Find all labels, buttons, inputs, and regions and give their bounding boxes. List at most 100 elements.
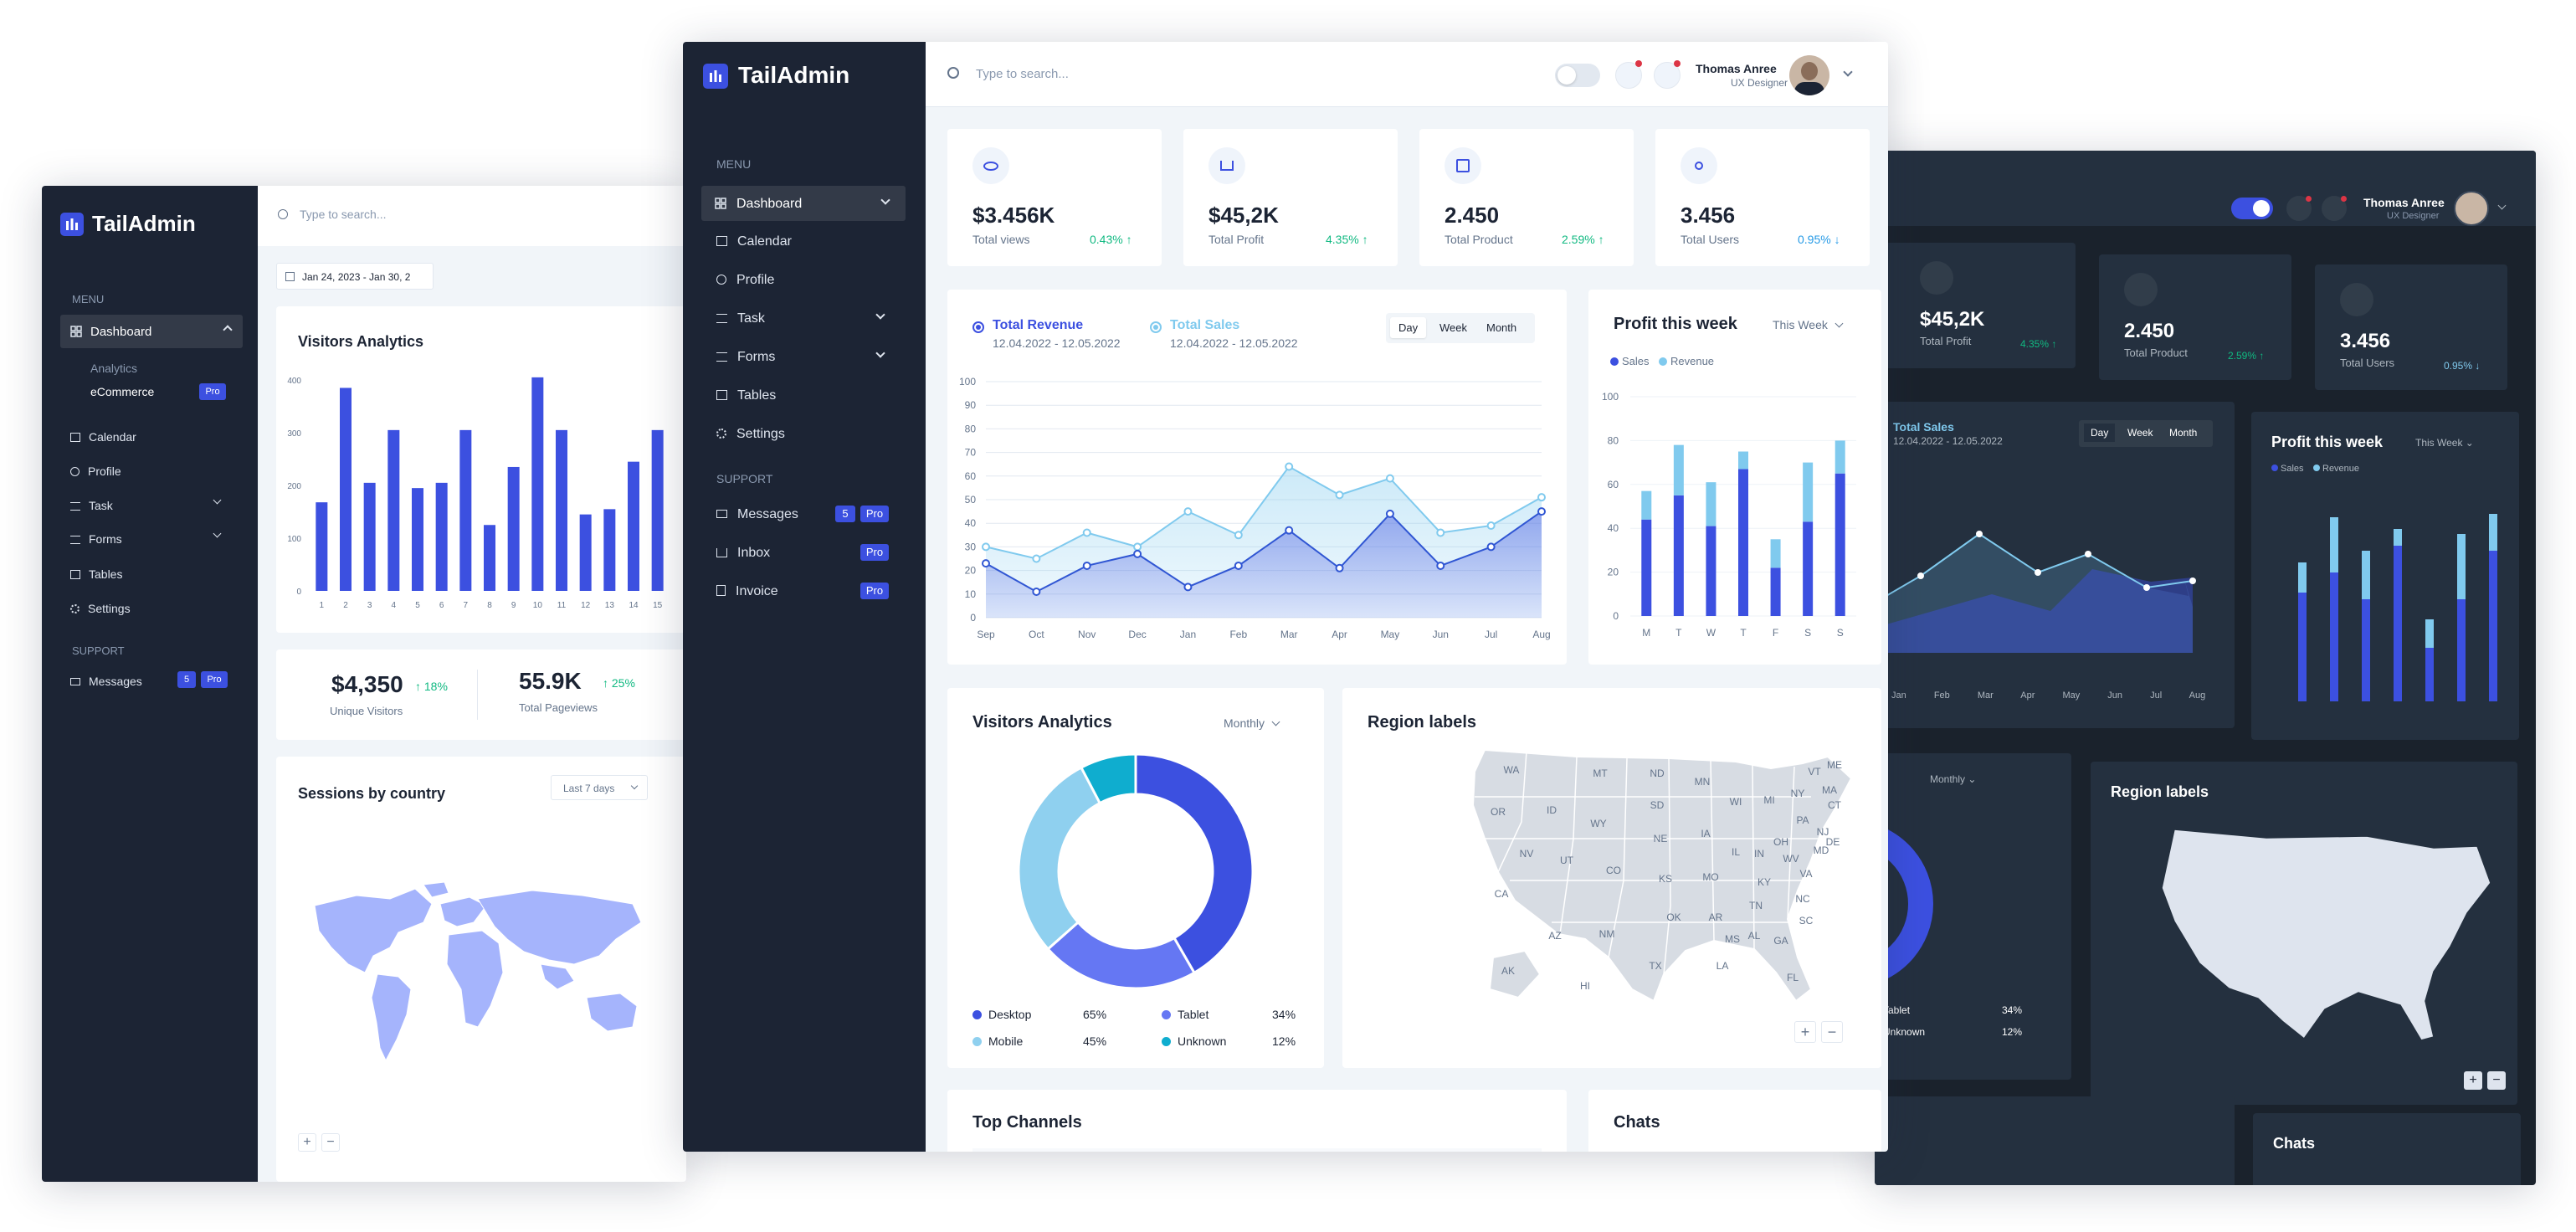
sessions-filter-select[interactable]: Last 7 days	[551, 775, 648, 800]
bar	[435, 482, 448, 591]
tab-month[interactable]: Month	[2169, 427, 2197, 439]
avatar[interactable]	[2454, 191, 2489, 226]
sidebar-item-forms[interactable]: Forms	[716, 350, 775, 365]
y-tick-label: 60	[1608, 479, 1619, 490]
sidebar-item-label: Settings	[88, 602, 131, 615]
visitors-analytics-card: Visitors Analytics Monthly Desktop 65% T…	[947, 688, 1324, 1068]
x-tick-labels: Jan Feb Mar Apr May Jun Jul Aug	[1891, 690, 2206, 701]
chevron-down-icon[interactable]	[875, 348, 885, 358]
sidebar-item-messages[interactable]: Messages	[716, 507, 798, 522]
user-name: Thomas Anree	[2363, 196, 2445, 209]
x-tick-label: Feb	[1229, 629, 1247, 640]
x-tick-label: T	[1675, 627, 1682, 639]
state-label: TN	[1749, 900, 1763, 911]
tab-week[interactable]: Week	[1439, 321, 1467, 334]
sidebar-item-tables[interactable]: Tables	[716, 388, 776, 403]
chevron-down-icon	[880, 195, 890, 205]
sidebar-item-messages[interactable]: Messages	[70, 675, 142, 688]
legend-unknown-value: 12%	[1272, 1034, 1296, 1048]
legend-swatch	[1610, 357, 1619, 366]
sidebar-item-settings[interactable]: Settings	[716, 427, 785, 442]
data-point	[1436, 528, 1445, 537]
zoom-in-button[interactable]: +	[298, 1133, 316, 1152]
state-label: UT	[1560, 855, 1574, 866]
dark-stat-profit: $45,2K Total Profit 4.35% ↑	[1883, 243, 2076, 368]
chevron-down-icon[interactable]	[2497, 201, 2507, 210]
support-heading: SUPPORT	[72, 644, 125, 657]
stat-change: 0.43% ↑	[1090, 233, 1132, 246]
dark-profit-bars	[2298, 514, 2497, 701]
bar	[459, 429, 472, 591]
dark-channels-card	[1875, 1096, 2235, 1185]
search-icon	[278, 209, 288, 219]
change-value: 4.35%	[2020, 338, 2050, 350]
zoom-out-button[interactable]: −	[321, 1133, 340, 1152]
search-icon	[947, 67, 959, 79]
search-input[interactable]: Type to search...	[300, 208, 387, 221]
legend-swatch	[2313, 465, 2320, 471]
bag-icon	[2124, 273, 2158, 306]
moon-icon	[2253, 200, 2270, 217]
unique-visitors-value: $4,350	[331, 671, 403, 697]
tab-month[interactable]: Month	[1486, 321, 1516, 334]
y-tick-label: 80	[1608, 434, 1619, 446]
chevron-down-icon[interactable]	[875, 310, 885, 320]
region-map-card: Region labels WA MT ND MN WI MI VT ME OR ID SD WY NY…	[1342, 688, 1881, 1068]
sidebar-item-calendar[interactable]: Calendar	[716, 234, 792, 249]
bar-sales	[1706, 526, 1716, 616]
dark-mode-toggle[interactable]	[1555, 64, 1600, 87]
donut-slice	[1134, 752, 1255, 975]
sidebar-item-profile[interactable]: Profile	[70, 465, 121, 478]
zoom-out-button[interactable]: −	[1821, 1021, 1843, 1043]
sidebar-item-dashboard[interactable]: Dashboard	[701, 186, 906, 221]
profit-filter-select[interactable]: This Week	[1773, 318, 1844, 331]
x-tick-label: 5	[415, 601, 420, 610]
x-tick-label: Apr	[1332, 629, 1347, 640]
change-value: 0.95%	[2444, 360, 2473, 372]
legend-unknown-value: 12%	[2002, 1026, 2023, 1038]
sidebar-item-forms[interactable]: Forms	[70, 532, 122, 546]
profit-filter-select[interactable]: This Week ⌄	[2415, 437, 2474, 449]
legend-tablet: Tablet	[1162, 1008, 1208, 1021]
stat-label: Total Product	[1445, 233, 1513, 246]
sidebar-item-profile[interactable]: Profile	[716, 273, 774, 288]
x-tick-label: Sep	[977, 629, 995, 640]
tab-week[interactable]: Week	[2127, 427, 2153, 439]
mail-icon	[70, 678, 80, 685]
sidebar-item-label: Task	[89, 499, 113, 512]
state-label: TX	[1649, 960, 1661, 972]
state-label: AZ	[1548, 930, 1561, 942]
tab-day[interactable]: Day	[1390, 317, 1427, 338]
sidebar-subitem-ecommerce[interactable]: eCommerce	[90, 385, 154, 398]
notification-dot	[1635, 60, 1642, 67]
chevron-down-icon[interactable]	[1843, 67, 1853, 77]
series-date: 12.04.2022 - 12.05.2022	[1893, 435, 2003, 447]
sidebar-item-label: Tables	[89, 567, 123, 581]
card-title: Top Channels	[972, 1113, 1082, 1132]
zoom-in-button[interactable]: +	[2464, 1071, 2482, 1090]
x-tick-label: 6	[439, 601, 444, 610]
sidebar-subitem-analytics[interactable]: Analytics	[90, 362, 137, 375]
stat-card-views: $3.456K Total views 0.43% ↑	[947, 129, 1162, 266]
bar-revenue	[1673, 444, 1684, 495]
dark-mode-toggle[interactable]	[2231, 198, 2273, 219]
sidebar-item-settings[interactable]: Settings	[70, 602, 131, 615]
sidebar-item-tables[interactable]: Tables	[70, 567, 122, 581]
visitors-filter-select[interactable]: Monthly	[1224, 716, 1280, 730]
user-role: UX Designer	[1731, 77, 1788, 89]
sidebar-item-calendar[interactable]: Calendar	[70, 430, 136, 444]
zoom-out-button[interactable]: −	[2487, 1071, 2506, 1090]
date-range-picker[interactable]: Jan 24, 2023 - Jan 30, 2	[276, 263, 434, 290]
visitors-filter-select[interactable]: Monthly ⌄	[1930, 773, 1976, 785]
sidebar-item-task[interactable]: Task	[716, 311, 765, 326]
sidebar-item-task[interactable]: Task	[70, 499, 113, 512]
tab-day[interactable]: Day	[2084, 424, 2116, 442]
search-input[interactable]: Type to search...	[976, 67, 1069, 81]
zoom-in-button[interactable]: +	[1794, 1021, 1816, 1043]
data-point	[1082, 561, 1091, 570]
sidebar-item-dashboard[interactable]: Dashboard	[60, 315, 243, 348]
series-label: Total Sales	[1893, 420, 1954, 434]
sidebar-item-inbox[interactable]: Inbox	[716, 546, 770, 561]
avatar[interactable]	[1789, 55, 1829, 95]
sidebar-item-invoice[interactable]: Invoice	[716, 584, 778, 599]
